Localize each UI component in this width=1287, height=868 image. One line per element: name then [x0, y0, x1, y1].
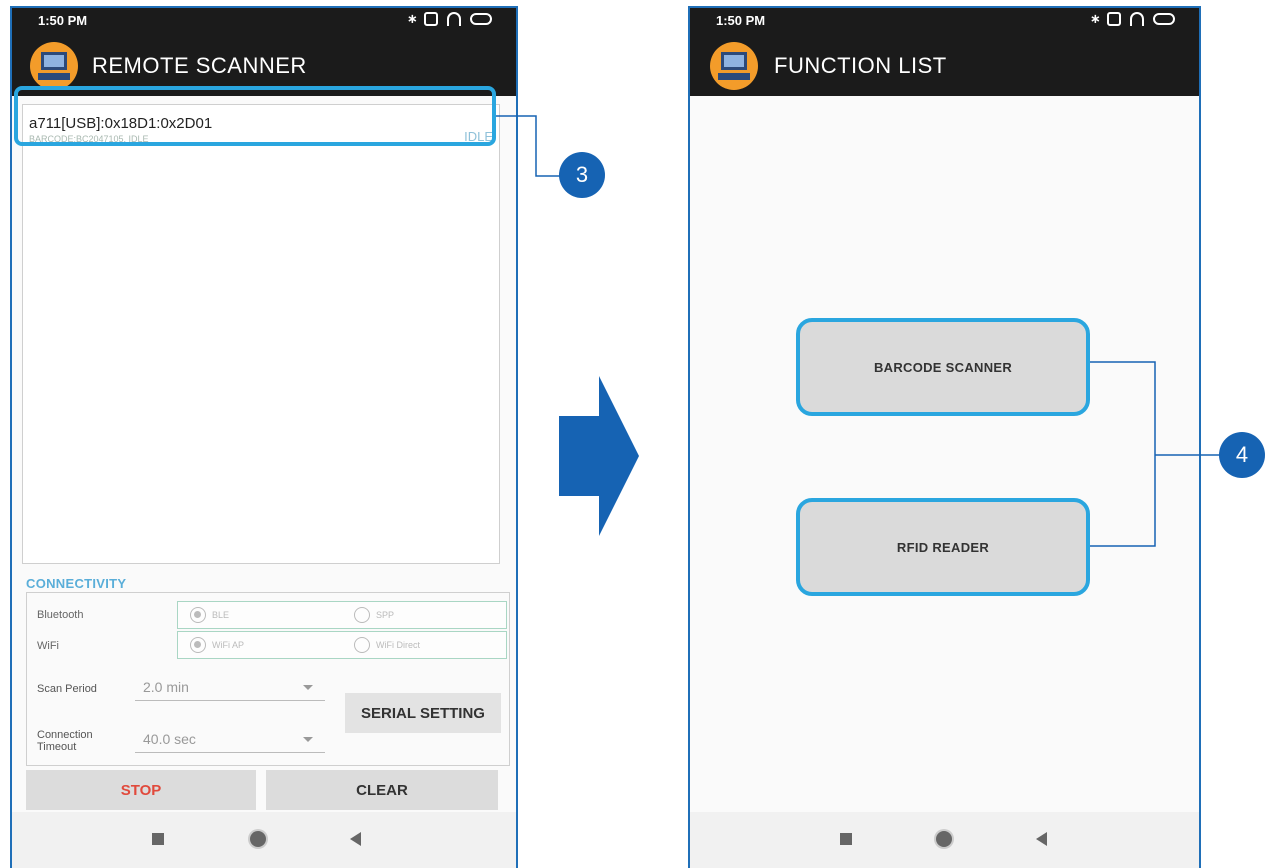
- status-time: 1:50 PM: [716, 13, 766, 28]
- wifi-icon: [1130, 12, 1144, 26]
- next-step-arrow-icon: [559, 376, 639, 536]
- app-logo-icon: [710, 42, 758, 90]
- step-3-badge: 3: [559, 152, 605, 198]
- clear-button[interactable]: CLEAR: [266, 770, 498, 810]
- radio-ble[interactable]: BLE: [190, 607, 229, 623]
- scan-period-label: Scan Period: [37, 683, 97, 695]
- connection-timeout-value: 40.0 sec: [143, 731, 196, 747]
- status-bar: 1:50 PM ∗: [690, 8, 1199, 34]
- page-title: FUNCTION LIST: [774, 53, 947, 78]
- home-icon[interactable]: [250, 831, 266, 847]
- app-logo-icon: [30, 42, 78, 90]
- radio-selected-icon: [190, 637, 206, 653]
- device-list[interactable]: a711[USB]:0x18D1:0x2D01 BARCODE:BC204710…: [22, 104, 500, 564]
- nfc-icon: [1107, 12, 1121, 26]
- rfid-reader-button[interactable]: RFID READER: [796, 498, 1090, 596]
- stop-button[interactable]: STOP: [26, 770, 256, 810]
- status-time: 1:50 PM: [38, 13, 88, 28]
- bluetooth-icon: ∗: [407, 11, 418, 26]
- radio-selected-icon: [190, 607, 206, 623]
- bluetooth-radio-group: BLE SPP: [177, 601, 507, 629]
- barcode-scanner-button[interactable]: BARCODE SCANNER: [796, 318, 1090, 416]
- wifi-label: WiFi: [37, 640, 59, 652]
- function-list-screen: 1:50 PM ∗ FUNCTION LIST BARCODE SCANNER …: [688, 6, 1201, 868]
- serial-setting-button[interactable]: SERIAL SETTING: [345, 693, 501, 733]
- connection-timeout-select[interactable]: 40.0 sec: [135, 727, 325, 753]
- nav-bar: [12, 812, 516, 868]
- battery-icon: [1153, 13, 1175, 25]
- wifi-radio-group: WiFi AP WiFi Direct: [177, 631, 507, 659]
- back-icon[interactable]: [1036, 832, 1047, 846]
- dropdown-arrow-icon: [303, 685, 313, 690]
- radio-wifi-direct[interactable]: WiFi Direct: [354, 637, 420, 653]
- back-icon[interactable]: [350, 832, 361, 846]
- radio-unselected-icon: [354, 637, 370, 653]
- nfc-icon: [424, 12, 438, 26]
- nav-bar: [690, 812, 1199, 868]
- radio-unselected-icon: [354, 607, 370, 623]
- radio-wifi-ap[interactable]: WiFi AP: [190, 637, 244, 653]
- dropdown-arrow-icon: [303, 737, 313, 742]
- radio-spp[interactable]: SPP: [354, 607, 394, 623]
- connectivity-panel: Bluetooth BLE SPP WiFi WiFi AP WiFi Dire…: [26, 592, 510, 766]
- battery-icon: [470, 13, 492, 25]
- device-highlight-frame: [14, 86, 496, 146]
- connection-timeout-label: Connection Timeout: [37, 729, 93, 753]
- recent-apps-icon[interactable]: [152, 833, 164, 845]
- wifi-icon: [447, 12, 461, 26]
- step-4-badge: 4: [1219, 432, 1265, 478]
- home-icon[interactable]: [936, 831, 952, 847]
- bluetooth-icon: ∗: [1090, 11, 1101, 26]
- app-bar: FUNCTION LIST: [690, 34, 1199, 96]
- connectivity-label: CONNECTIVITY: [26, 576, 127, 591]
- status-bar: 1:50 PM ∗: [12, 8, 516, 34]
- scan-period-value: 2.0 min: [143, 679, 189, 695]
- bluetooth-label: Bluetooth: [37, 609, 84, 621]
- scan-period-select[interactable]: 2.0 min: [135, 675, 325, 701]
- recent-apps-icon[interactable]: [840, 833, 852, 845]
- page-title: REMOTE SCANNER: [92, 53, 307, 78]
